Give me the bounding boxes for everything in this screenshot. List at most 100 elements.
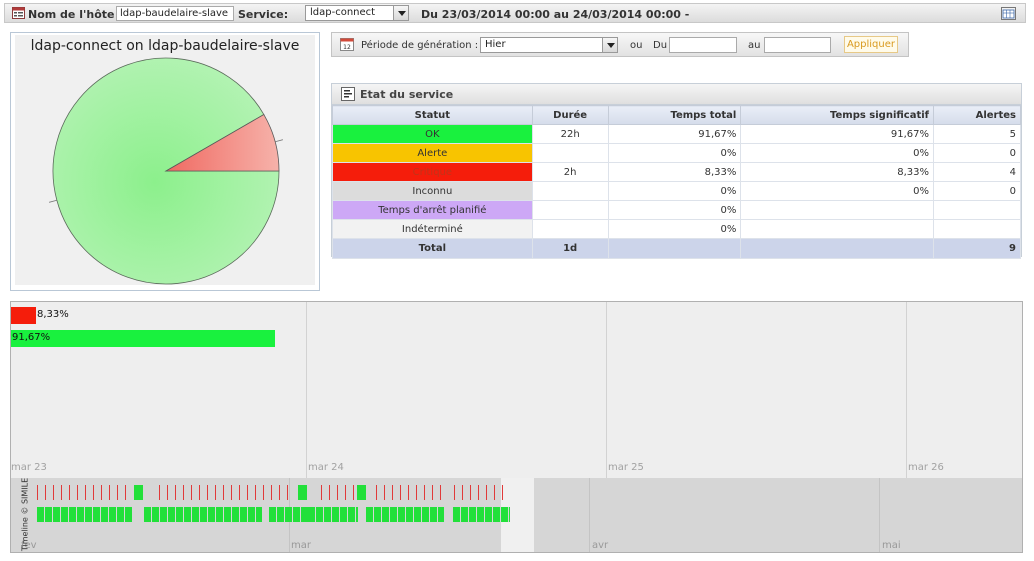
timeline[interactable]: 8,33% 91,67% mar 23 mar 24 mar 25 mar 26… xyxy=(10,301,1023,553)
timeline-bar-ok[interactable] xyxy=(11,330,275,347)
col-header-alerts: Alertes xyxy=(933,105,1021,125)
overview-critical-mark xyxy=(279,485,280,500)
host-input[interactable]: ldap-baudelaire-slave xyxy=(116,6,234,21)
table-row: Inconnu 0% 0% 0 xyxy=(332,181,1021,201)
service-label: Service: xyxy=(238,8,289,21)
list-icon xyxy=(341,87,355,101)
status-cell: Alerte xyxy=(332,143,533,163)
day-label: mar 24 xyxy=(308,462,344,473)
status-cell: Temps d'arrêt planifié xyxy=(332,200,533,220)
overview-critical-mark xyxy=(353,485,354,500)
overview-critical-mark xyxy=(255,485,256,500)
service-state-table: Statut Durée Temps total Temps significa… xyxy=(332,105,1021,259)
pie-chart xyxy=(49,57,283,285)
overview-critical-mark xyxy=(337,485,338,500)
timeline-bar-critical[interactable] xyxy=(11,307,36,324)
overview-critical-mark xyxy=(408,485,409,500)
col-header-status: Statut xyxy=(332,105,533,125)
duration-cell xyxy=(531,200,609,220)
overview-ok-segment xyxy=(144,507,262,522)
timeline-detail-band[interactable]: 8,33% 91,67% mar 23 mar 24 mar 25 mar 26 xyxy=(11,302,1022,478)
status-cell: Critique xyxy=(332,162,533,182)
overview-critical-mark xyxy=(223,485,224,500)
report-icon xyxy=(12,7,25,19)
duration-cell: 22h xyxy=(531,124,609,144)
overview-critical-mark xyxy=(167,485,168,500)
total-time-empty xyxy=(607,238,742,259)
timeline-overview-band[interactable]: fev mar avr mai Timeline © SIMILE xyxy=(11,477,1022,552)
alerts-cell xyxy=(933,200,1021,220)
total-time-cell: 8,33% xyxy=(607,162,742,182)
overview-critical-mark xyxy=(454,485,455,500)
overview-critical-mark xyxy=(215,485,216,500)
period-select-value: Hier xyxy=(485,39,506,50)
total-row: Total 1d 9 xyxy=(332,238,1021,259)
overview-critical-mark xyxy=(502,485,503,500)
overview-critical-mark xyxy=(478,485,479,500)
table-row: Alerte 0% 0% 0 xyxy=(332,143,1021,163)
to-date-input[interactable] xyxy=(764,37,831,53)
or-label: ou xyxy=(630,40,643,51)
month-gridline xyxy=(589,478,590,552)
overview-critical-mark xyxy=(376,485,377,500)
service-select[interactable]: ldap-connect xyxy=(305,5,409,21)
svg-text:12: 12 xyxy=(343,44,351,51)
overview-ok-segment xyxy=(366,507,444,522)
total-time-cell: 0% xyxy=(607,181,742,201)
overview-critical-mark xyxy=(45,485,46,500)
apply-button[interactable]: Appliquer xyxy=(844,36,898,53)
overview-critical-mark xyxy=(37,485,38,500)
overview-ok-segment xyxy=(269,507,309,522)
duration-cell xyxy=(531,143,609,163)
service-state-panel: Etat du service Statut Durée Temps total… xyxy=(331,83,1022,259)
alerts-cell: 0 xyxy=(933,181,1021,201)
table-row: Indéterminé 0% xyxy=(332,219,1021,239)
total-alerts: 9 xyxy=(933,238,1021,259)
overview-critical-mark xyxy=(263,485,264,500)
overview-critical-mark xyxy=(53,485,54,500)
overview-critical-mark xyxy=(287,485,288,500)
alerts-cell: 0 xyxy=(933,143,1021,163)
overview-critical-mark xyxy=(247,485,248,500)
overview-critical-mark xyxy=(175,485,176,500)
significant-time-cell xyxy=(740,200,935,220)
significant-time-cell: 8,33% xyxy=(740,162,935,182)
simile-credit: Timeline © SIMILE xyxy=(20,477,30,552)
overview-ok-segment xyxy=(308,507,358,522)
total-label: Total xyxy=(332,238,533,259)
day-gridline xyxy=(606,302,607,478)
significant-time-cell xyxy=(740,219,935,239)
total-time-cell: 91,67% xyxy=(607,124,742,144)
significant-time-cell: 0% xyxy=(740,181,935,201)
total-duration: 1d xyxy=(531,238,609,259)
significant-time-cell: 91,67% xyxy=(740,124,935,144)
overview-critical-mark xyxy=(207,485,208,500)
period-select[interactable]: Hier xyxy=(480,37,618,53)
status-cell: Indéterminé xyxy=(332,219,533,239)
overview-critical-mark xyxy=(440,485,441,500)
date-range: Du 23/03/2014 00:00 au 24/03/2014 00:00 … xyxy=(421,8,690,21)
total-time-cell: 0% xyxy=(607,219,742,239)
day-label: mar 26 xyxy=(908,462,944,473)
overview-critical-mark xyxy=(400,485,401,500)
calendar-view-icon[interactable] xyxy=(1001,7,1016,20)
overview-critical-mark xyxy=(384,485,385,500)
from-date-input[interactable] xyxy=(669,37,737,53)
status-cell: OK xyxy=(332,124,533,144)
service-select-value: ldap-connect xyxy=(310,7,376,18)
service-state-title: Etat du service xyxy=(360,88,454,101)
duration-cell xyxy=(531,181,609,201)
overview-critical-mark xyxy=(199,485,200,500)
day-gridline xyxy=(306,302,307,478)
month-label: avr xyxy=(592,540,609,551)
alerts-cell xyxy=(933,219,1021,239)
overview-ok-segment xyxy=(37,507,133,522)
overview-critical-mark xyxy=(117,485,118,500)
host-label: Nom de l'hôte : xyxy=(28,8,123,21)
table-row: Critique 2h 8,33% 8,33% 4 xyxy=(332,162,1021,182)
overview-ok-mark xyxy=(357,485,366,500)
pie-leader-critical xyxy=(275,139,283,143)
overview-critical-mark xyxy=(77,485,78,500)
day-gridline xyxy=(906,302,907,478)
pie-chart-area: ldap-connect on ldap-baudelaire-slave xyxy=(15,35,315,285)
